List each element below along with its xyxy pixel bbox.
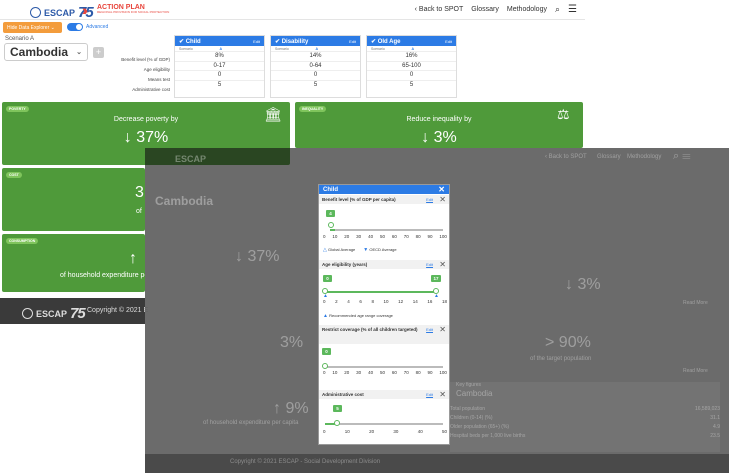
key-figures-table: Key figures Cambodia Total population 16,… [450, 382, 720, 452]
search-icon[interactable]: ⌕ [555, 4, 560, 15]
chevron-down-icon: ⌄ [76, 49, 82, 56]
scenario-card-child[interactable]: ✔ Child Edit Scenario A 8% 0-17 0 5 [174, 35, 265, 98]
row-label-benefit: Benefit level (% of GDP) [121, 57, 170, 62]
edit-link[interactable]: Edit [349, 39, 356, 44]
coverage-ticks: 0 10 20 30 40 50 60 70 80 90 100 [323, 370, 447, 375]
coverage-value-bubble: 0 [322, 348, 331, 355]
admin-ticks: 0 10 20 30 40 50 [323, 429, 447, 434]
recommended-range-icon: ▲ [323, 313, 328, 319]
row-label-admin: Administrative cost [132, 87, 170, 92]
benefit-section-header: Benefit level (% of GDP per capita) Edit ✕ [319, 195, 449, 204]
cost-panel: COST 3 of [2, 168, 145, 231]
scales-icon: ⚖ [557, 106, 570, 122]
oecd-average-icon: ▼ [363, 247, 369, 253]
benefit-legend: △ Global Average ▼ OECD Average [323, 247, 397, 253]
methodology-link[interactable]: Methodology [507, 6, 547, 13]
row-label-age: Age eligibility [143, 67, 170, 72]
header: ESCAP 75 ››› ACTION PLAN REGIONAL PROVIS… [0, 0, 585, 21]
child-edit-modal: Child ✕ Benefit level (% of GDP per capit… [318, 184, 450, 445]
close-icon[interactable]: ✕ [439, 390, 446, 399]
admin-section-header: Administrative cost Edit ✕ [319, 390, 449, 399]
age-legend: ▲ Recommended age range coverage [323, 313, 393, 319]
benefit-value-bubble: 4 [326, 210, 335, 217]
coverage-slider-handle[interactable] [322, 363, 328, 369]
global-average-icon: △ [323, 247, 327, 253]
close-icon[interactable]: ✕ [439, 195, 446, 204]
benefit-ticks: 0 10 20 30 40 50 60 70 80 90 100 [323, 234, 447, 239]
hide-data-explorer-button[interactable]: Hide Data Explorer ⌄ [3, 22, 62, 33]
admin-slider-handle[interactable] [334, 420, 340, 426]
scenario-card-old-age[interactable]: ✔ Old Age Edit Scenario A 16% 65-100 0 5 [366, 35, 457, 98]
age-ticks: 0 2 4 6 8 10 12 14 16 18 [323, 299, 447, 304]
edit-link[interactable]: Edit [445, 39, 452, 44]
footer: ESCAP 75 Copyright © 2021 E [0, 298, 148, 324]
scenario-card-disability[interactable]: ✔ Disability Edit Scenario A 14% 0-64 0 5 [270, 35, 361, 98]
coverage-track[interactable] [325, 366, 443, 368]
modal-header: Child ✕ [319, 185, 449, 194]
edit-link[interactable]: Edit [253, 39, 260, 44]
age-max-bubble: 17 [431, 275, 441, 282]
admin-track[interactable] [325, 423, 443, 425]
back-to-spot-link[interactable]: ‹ Back to SPOT [415, 6, 464, 13]
edit-link[interactable]: Edit [426, 197, 433, 202]
overlay-footer: Copyright © 2021 ESCAP - Social Developm… [145, 454, 729, 473]
age-section-header: Age eligibility (years) Edit ✕ [319, 260, 449, 269]
scenario-label: Scenario A [5, 36, 35, 42]
footer-logo: ESCAP 75 [22, 305, 86, 322]
row-label-means: Means test [147, 77, 170, 82]
inequality-panel: INEQUALITY Reduce inequality by ↓ 3% ⚖ [295, 102, 583, 148]
un-emblem-icon [30, 7, 41, 18]
action-plan-logo: ACTION PLAN REGIONAL PROVISION FOR SOCIA… [97, 4, 170, 14]
age-track[interactable] [325, 291, 436, 293]
bank-icon: 🏛 [264, 106, 282, 122]
benefit-track[interactable] [330, 229, 443, 231]
close-icon[interactable]: ✕ [439, 325, 446, 334]
close-icon[interactable]: ✕ [438, 185, 445, 194]
admin-value-bubble: 5 [333, 405, 342, 412]
menu-icon[interactable]: ☰ [568, 4, 577, 15]
age-min-bubble: 0 [323, 275, 332, 282]
table-rows: Total population 16,589,023 Children (0-1… [450, 406, 720, 439]
benefit-slider-handle[interactable] [328, 222, 334, 228]
close-icon[interactable]: ✕ [439, 260, 446, 269]
consumption-panel: CONSUMPTION ↑ of household expenditure p… [2, 234, 148, 292]
top-nav: ‹ Back to SPOT Glossary Methodology ⌕ ☰ [415, 4, 577, 15]
chevrons-icon: ››› [82, 2, 88, 18]
edit-link[interactable]: Edit [426, 327, 433, 332]
glossary-link[interactable]: Glossary [471, 6, 499, 13]
add-scenario-button[interactable]: + [93, 47, 104, 58]
coverage-section-header: Restrict coverage (% of all children tar… [319, 325, 449, 344]
edit-link[interactable]: Edit [426, 262, 433, 267]
advanced-toggle[interactable] [67, 23, 83, 31]
advanced-label: Advanced [86, 24, 109, 30]
country-select[interactable]: Cambodia ⌄ [4, 43, 88, 61]
edit-link[interactable]: Edit [426, 392, 433, 397]
